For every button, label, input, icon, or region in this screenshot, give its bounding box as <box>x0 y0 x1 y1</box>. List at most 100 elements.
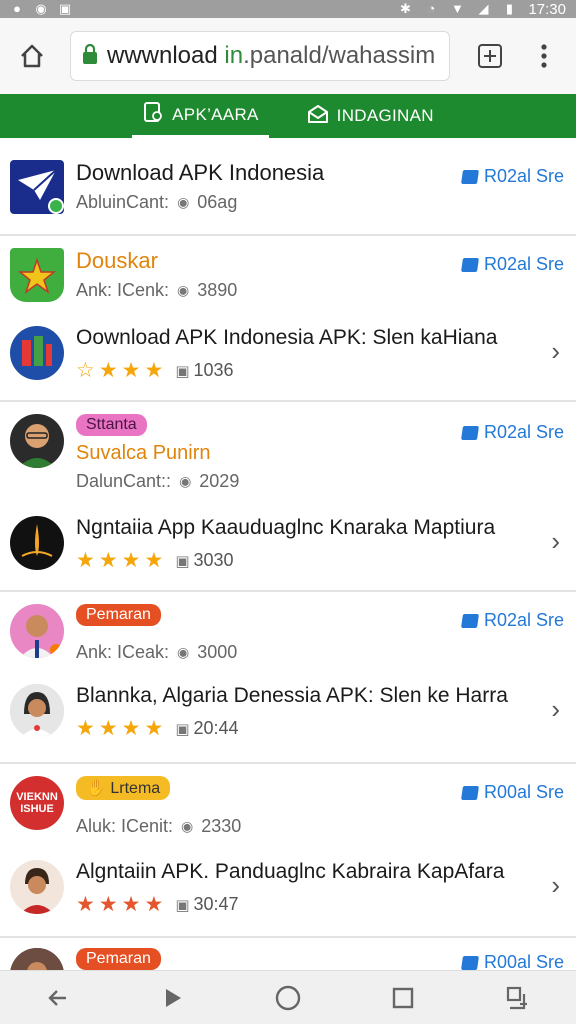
home-circle-icon[interactable] <box>268 978 308 1018</box>
status-badge: Pemaran <box>76 948 161 970</box>
tab-indaginan[interactable]: INDAGINAN <box>297 94 444 138</box>
mail-icon <box>307 104 329 129</box>
star-icon: ★ <box>144 549 164 572</box>
meta-value: 20:44 <box>193 718 239 738</box>
verify-label: R02al Sre <box>483 166 564 186</box>
list-item[interactable]: Pemaran Ank: ICeak: ◉ 3000 R02al Sre <box>0 592 576 674</box>
app-icon <box>10 516 64 570</box>
star-icon: ★ <box>121 359 141 382</box>
star-icon: ★ <box>144 893 164 916</box>
notification-icon: ● <box>13 1 21 16</box>
list-item[interactable]: Algntaiin APK. Panduaglnc Kabraira KapAf… <box>0 848 576 936</box>
recents-icon[interactable] <box>383 978 423 1018</box>
avatar <box>10 860 64 914</box>
list-item[interactable]: Douskar Ank: ICenk: ◉ 3890 R02al Sre <box>0 236 576 316</box>
app-icon: VIEKNN ISHUE <box>10 776 64 830</box>
verify-label: R02al Sre <box>483 422 564 442</box>
verify-link[interactable]: R00al Sre <box>460 952 564 970</box>
meta-value: 3890 <box>197 280 238 300</box>
app-icon <box>10 248 64 302</box>
status-badge: Pemaran <box>76 604 161 626</box>
list-item[interactable]: Ngntaiia App Kaauduaglnc Knaraka Maptiur… <box>0 506 576 590</box>
camera-icon: ◉ <box>35 1 47 16</box>
star-icon: ★ <box>121 893 141 916</box>
more-vert-icon[interactable] <box>526 38 562 74</box>
star-icon: ★ <box>76 717 95 740</box>
list-item[interactable]: Oownload APK Indonesia APK: Slen kaHiana… <box>0 316 576 400</box>
star-icon: ★ <box>121 549 141 572</box>
app-icon <box>10 160 64 214</box>
verify-label: R02al Sre <box>483 610 564 630</box>
wifi-icon: ▼ <box>451 1 464 16</box>
camera-icon: ▣ <box>175 552 190 570</box>
meta-value: 06ag <box>197 192 238 212</box>
rating: ★ ★ ★ ★ ▣ 3030 <box>76 548 564 573</box>
battery-icon: ▮ <box>505 1 514 16</box>
camera-icon: ▣ <box>175 720 190 738</box>
item-meta: Aluk: ICenit: ◉ 2330 <box>76 816 564 837</box>
chevron-right-icon[interactable]: › <box>551 336 560 367</box>
meta-value: 2330 <box>201 816 242 836</box>
app-icon-text: VIEKNN ISHUE <box>16 791 58 815</box>
hand-icon: ✋ <box>86 780 106 797</box>
new-tab-icon[interactable] <box>472 38 508 74</box>
meta-label: Aluk: ICenit: <box>76 816 174 836</box>
verified-icon <box>460 257 479 272</box>
list-item[interactable]: Blannka, Algaria Denessia APK: Slen ke H… <box>0 674 576 762</box>
status-bar: ● ◉ ▣ ✱ ◔ ▼ ◢ ▮ 17:30 <box>0 0 576 18</box>
star-icon: ★ <box>144 717 164 740</box>
location-icon: ◉ <box>177 194 190 210</box>
address-bar[interactable]: wwwnload in.panald/wahassim <box>70 31 450 81</box>
system-nav-bar <box>0 970 576 1024</box>
meta-label: Ank: ICeak: <box>76 642 170 662</box>
item-title: Suvalca Punirn <box>76 442 211 464</box>
list-item[interactable]: Pemaran R00al Sre <box>0 938 576 970</box>
verify-link[interactable]: R02al Sre <box>460 166 564 187</box>
alarm-icon: ◔ <box>427 1 436 16</box>
list-item[interactable]: VIEKNN ISHUE ✋ Lrtema Aluk: ICenit: ◉ 2330… <box>0 764 576 848</box>
rating: ★ ★ ★ ★ ▣ 30:47 <box>76 892 564 917</box>
item-meta: DalunCant:: ◉ 2029 <box>76 471 564 492</box>
star-icon: ★ <box>98 893 118 916</box>
home-icon[interactable] <box>14 38 50 74</box>
url-highlight: in <box>224 42 244 69</box>
avatar <box>10 684 64 738</box>
url-domain: wwwnload <box>107 42 225 69</box>
verify-link[interactable]: R02al Sre <box>460 610 564 631</box>
meta-value: 30:47 <box>193 894 239 914</box>
verify-label: R00al Sre <box>483 952 564 970</box>
item-meta: AbluinCant: ◉ 06ag <box>76 192 564 213</box>
camera-icon: ▣ <box>175 362 190 380</box>
back-icon[interactable] <box>38 978 78 1018</box>
rating: ☆ ★ ★ ★ ▣ 1036 <box>76 358 564 383</box>
location-icon: ◉ <box>177 282 190 298</box>
star-icon: ★ <box>98 717 118 740</box>
split-screen-icon[interactable] <box>498 978 538 1018</box>
star-icon: ☆ <box>76 359 95 382</box>
app-icon <box>10 326 64 380</box>
verify-link[interactable]: R02al Sre <box>460 254 564 275</box>
verify-link[interactable]: R02al Sre <box>460 422 564 443</box>
location-icon: ◉ <box>177 644 190 660</box>
tab-apk-label: APK’AARA <box>172 104 259 124</box>
item-title: Oownload APK Indonesia APK: Slen kaHiana <box>76 326 498 349</box>
play-icon[interactable] <box>153 978 193 1018</box>
star-icon: ★ <box>76 893 95 916</box>
item-title: Blannka, Algaria Denessia APK: Slen ke H… <box>76 684 508 707</box>
chevron-right-icon[interactable]: › <box>551 870 560 901</box>
avatar <box>10 948 64 970</box>
chevron-right-icon[interactable]: › <box>551 694 560 725</box>
verified-icon <box>460 955 479 970</box>
meta-value: 3030 <box>193 550 234 570</box>
chevron-right-icon[interactable]: › <box>551 526 560 557</box>
star-icon: ★ <box>98 549 118 572</box>
camera-icon: ▣ <box>175 896 190 914</box>
tab-apk[interactable]: APK’AARA <box>132 94 269 138</box>
tab-bar: APK’AARA INDAGINAN <box>0 94 576 138</box>
verified-icon <box>460 785 479 800</box>
list-item[interactable]: Download APK Indonesia AbluinCant: ◉ 06ag … <box>0 148 576 234</box>
verify-link[interactable]: R00al Sre <box>460 782 564 803</box>
item-meta: Ank: ICeak: ◉ 3000 <box>76 642 564 663</box>
lock-icon <box>81 43 99 70</box>
list-item[interactable]: Sttanta Suvalca Punirn DalunCant:: ◉ 2029 … <box>0 402 576 506</box>
